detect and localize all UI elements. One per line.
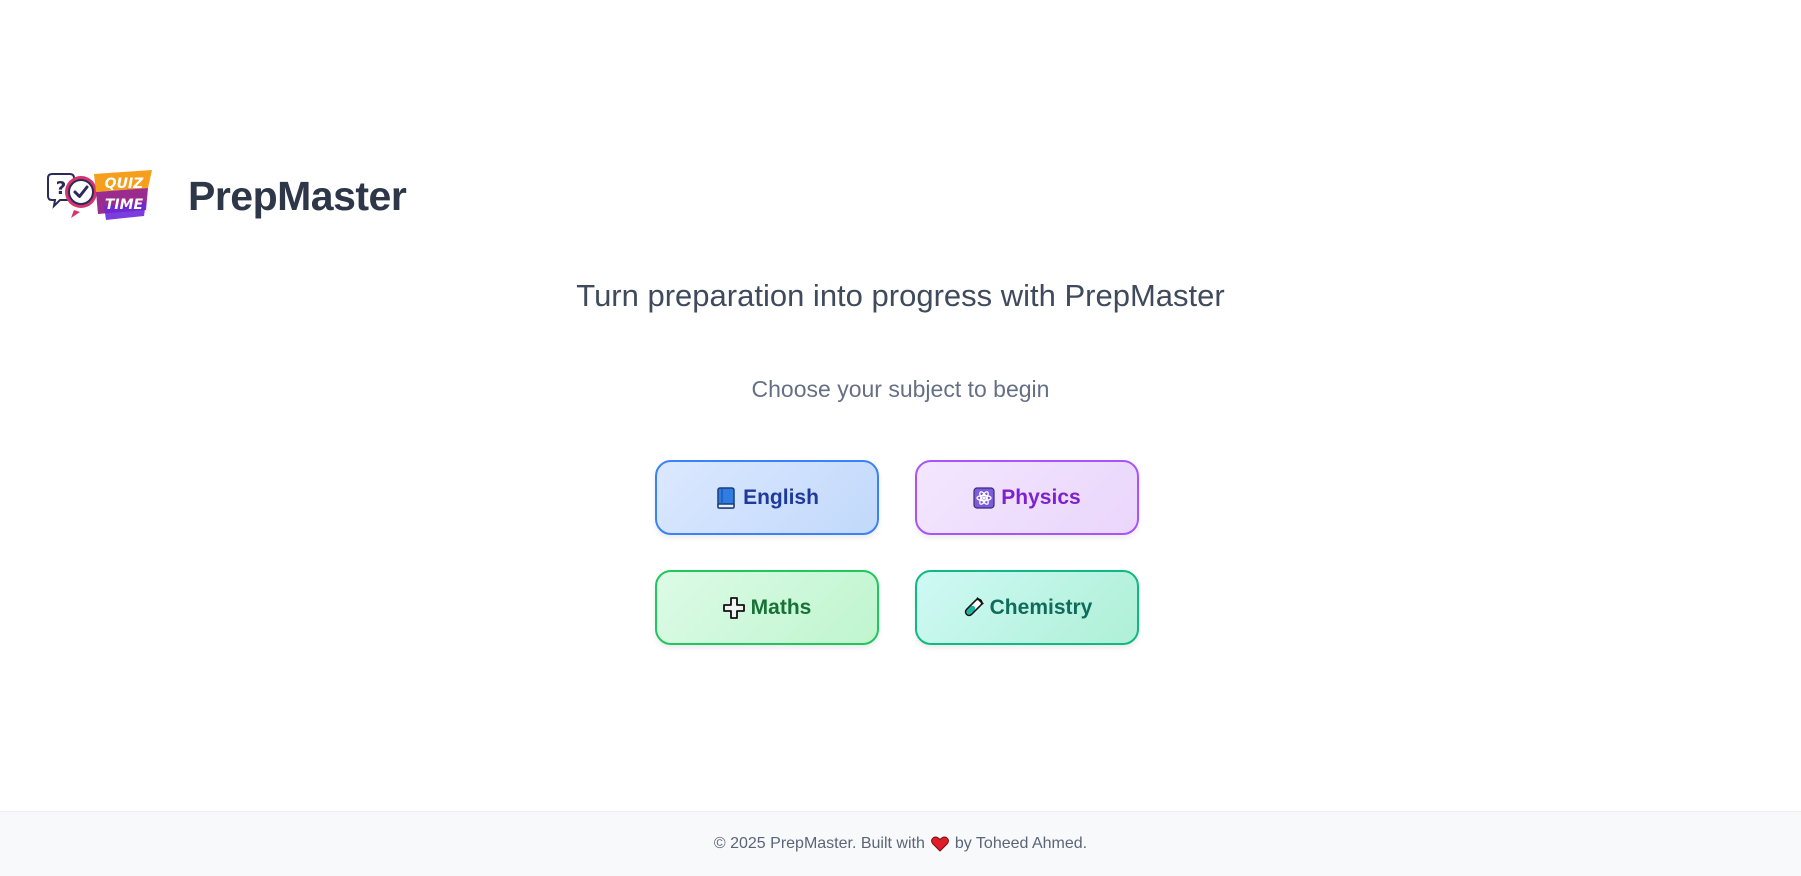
footer: © 2025 PrepMaster. Built with by Toheed … [0, 811, 1801, 876]
svg-text:?: ? [56, 178, 66, 199]
test-tube-icon [962, 596, 984, 619]
blue-book-icon [715, 486, 737, 509]
svg-text:TIME: TIME [105, 197, 144, 213]
subject-grid: English Physics Maths Chemistry [655, 460, 1139, 645]
subject-button-maths[interactable]: Maths [655, 570, 879, 645]
subject-button-english[interactable]: English [655, 460, 879, 535]
plus-icon [722, 596, 745, 619]
brand-name: PrepMaster [188, 172, 407, 219]
hero-tagline: Turn preparation into progress with Prep… [576, 278, 1225, 313]
atom-icon [973, 486, 995, 509]
page: ? QUIZ TIME PrepMaster Turn preparation … [0, 0, 1801, 876]
svg-text:QUIZ: QUIZ [105, 176, 144, 192]
footer-author: by Toheed Ahmed. [954, 835, 1088, 852]
subject-label: English [743, 485, 819, 509]
hero-subtitle: Choose your subject to begin [751, 376, 1050, 402]
subject-label: Maths [750, 595, 812, 619]
subject-button-physics[interactable]: Physics [915, 460, 1139, 535]
subject-button-chemistry[interactable]: Chemistry [915, 570, 1139, 645]
heart-icon [930, 836, 949, 852]
quiz-time-logo[interactable]: ? QUIZ TIME [44, 166, 154, 226]
subject-label: Chemistry [989, 595, 1093, 619]
footer-copyright: © 2025 PrepMaster. Built with [713, 835, 925, 852]
subject-label: Physics [1001, 485, 1081, 509]
brand-header: ? QUIZ TIME PrepMaster [44, 166, 407, 226]
